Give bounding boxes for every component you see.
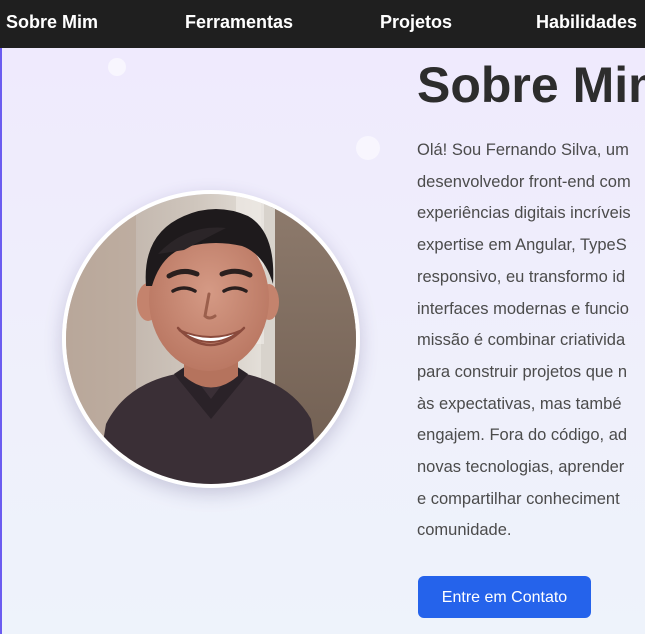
profile-photo — [62, 190, 360, 488]
page-title: Sobre Mim — [417, 57, 645, 113]
decorative-bubble — [108, 58, 126, 76]
bio-line: para construir projetos que n — [417, 362, 628, 381]
bio-line: engajem. Fora do código, ad — [417, 426, 628, 445]
about-section: Sobre Mim Olá! Sou Fernando Silva, um de… — [0, 48, 645, 634]
contact-button[interactable]: Entre em Contato — [418, 576, 591, 618]
bio-line: missão é combinar criativida — [417, 331, 626, 350]
bio-line: novas tecnologias, aprender — [417, 458, 625, 477]
profile-photo-illustration — [66, 194, 356, 484]
bio-line: comunidade. — [417, 521, 512, 540]
nav-link-ferramentas[interactable]: Ferramentas — [185, 0, 293, 44]
nav-link-habilidades[interactable]: Habilidades — [536, 0, 637, 44]
left-accent-border — [0, 48, 2, 634]
bio-line: responsivo, eu transformo id — [417, 267, 626, 286]
nav-link-sobre-mim[interactable]: Sobre Mim — [6, 0, 98, 44]
bio-line: Olá! Sou Fernando Silva, um — [417, 141, 629, 159]
bio-line: interfaces modernas e funcio — [417, 299, 629, 318]
bio-line: às expectativas, mas també — [417, 394, 622, 413]
bio-paragraph: Olá! Sou Fernando Silva, um desenvolvedo… — [417, 135, 645, 547]
bio-line: expertise em Angular, TypeS — [417, 236, 627, 255]
bio-line: desenvolvedor front-end com — [417, 172, 631, 191]
bio-line: e compartilhar conheciment — [417, 489, 620, 508]
top-navbar: Sobre Mim Ferramentas Projetos Habilidad… — [0, 0, 645, 48]
bio-line: experiências digitais incríveis — [417, 204, 631, 223]
nav-link-projetos[interactable]: Projetos — [380, 0, 452, 44]
decorative-bubble — [356, 136, 380, 160]
